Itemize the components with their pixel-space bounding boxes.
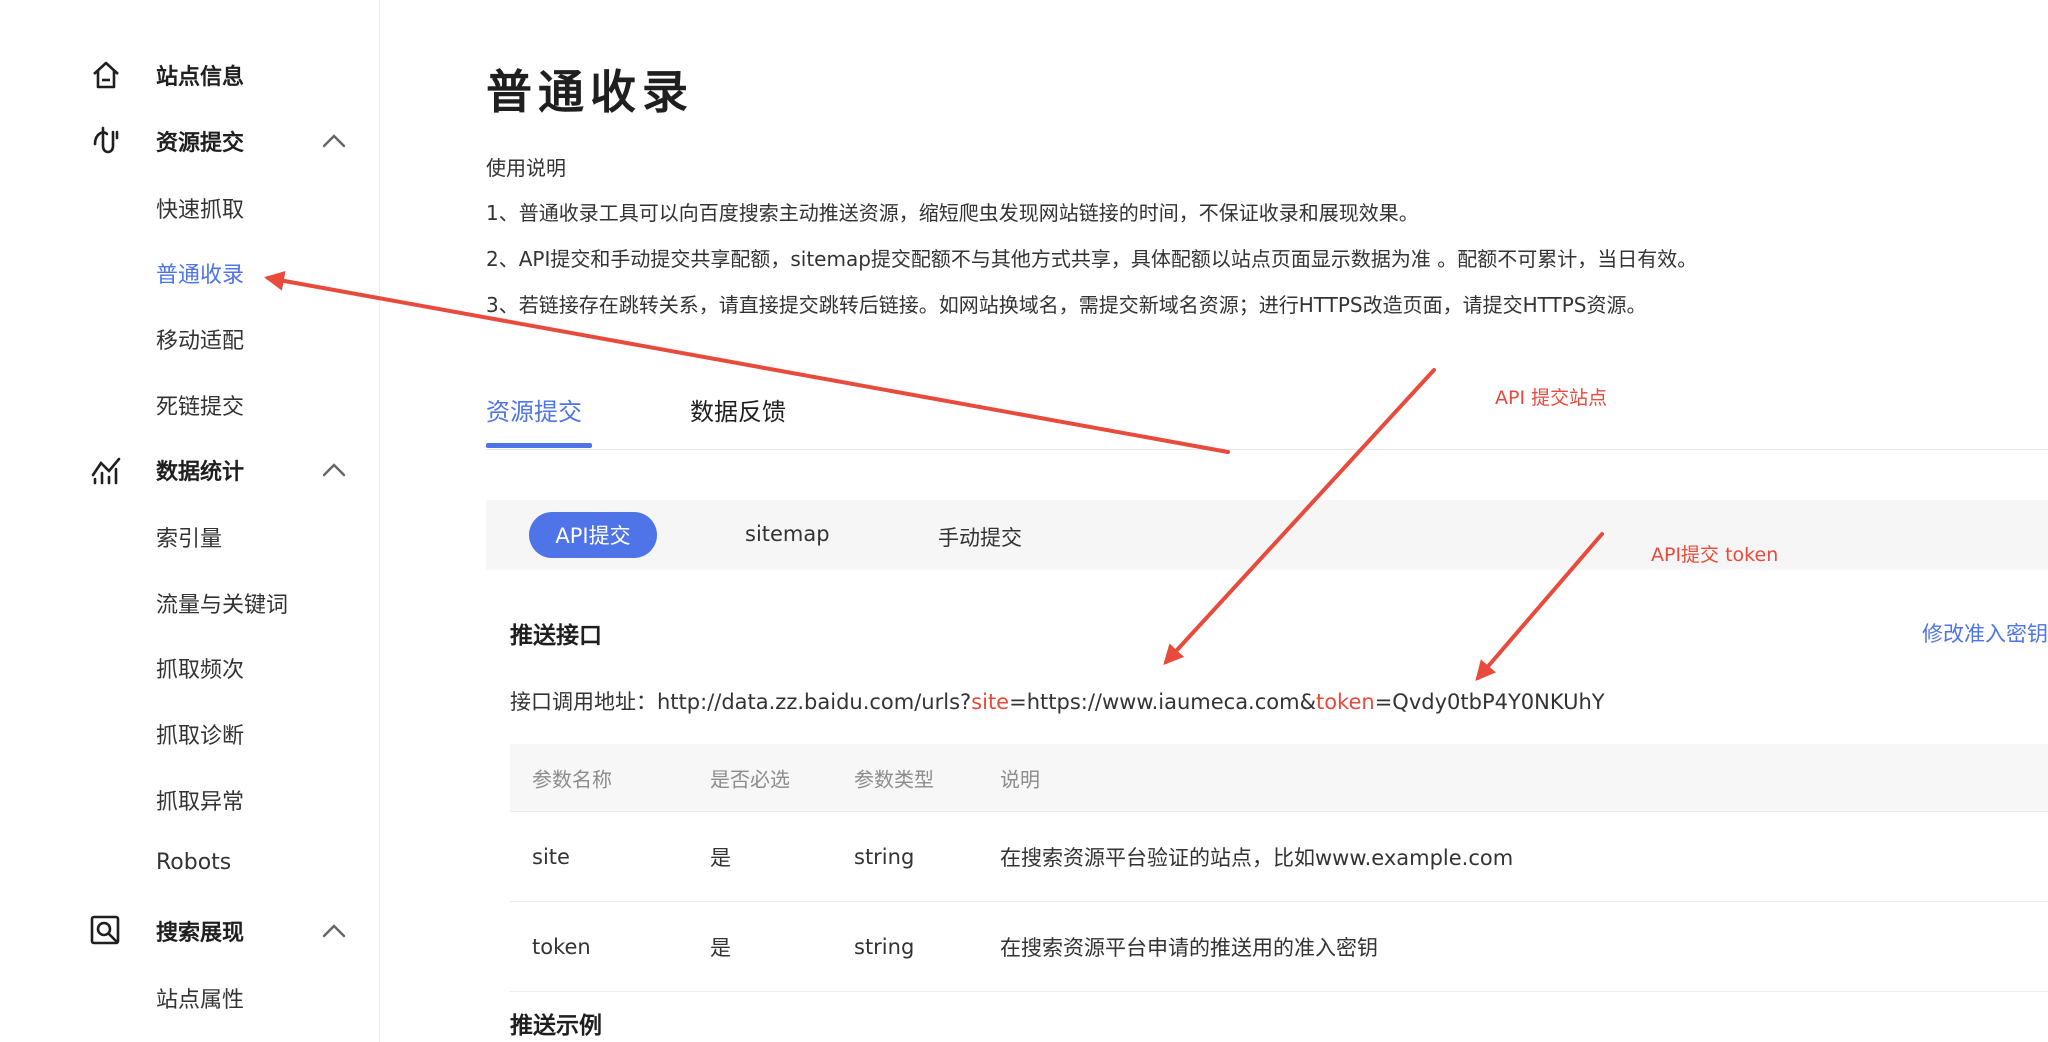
sidebar-item-index-volume[interactable]: 索引量 — [156, 521, 222, 553]
main-content: 普通收录 使用说明 1、普通收录工具可以向百度搜索主动推送资源，缩短爬虫发现网站… — [486, 0, 2048, 1042]
subtab-manual-submit[interactable]: 手动提交 — [938, 522, 1022, 552]
instruction-line: 3、若链接存在跳转关系，请直接提交跳转后链接。如网站换域名，需提交新域名资源；进… — [486, 293, 1647, 317]
sidebar-item-dead-link[interactable]: 死链提交 — [156, 389, 244, 421]
sidebar-item-site-properties[interactable]: 站点属性 — [156, 982, 244, 1014]
endpoint-prefix: 接口调用地址： — [510, 690, 657, 714]
submit-method-bar: API提交 sitemap 手动提交 — [486, 500, 2048, 570]
home-icon — [88, 57, 124, 93]
sidebar-item-crawl-diagnosis[interactable]: 抓取诊断 — [156, 718, 244, 750]
table-row: token 是 string 在搜索资源平台申请的推送用的准入密钥 — [510, 902, 2048, 992]
sidebar-item-quick-crawl[interactable]: 快速抓取 — [156, 192, 244, 224]
sidebar-group-label: 资源提交 — [156, 131, 245, 156]
sidebar-group-site-info[interactable]: 站点信息 — [88, 50, 349, 100]
endpoint-site-key: site — [971, 690, 1010, 714]
push-interface-title: 推送接口 — [510, 623, 602, 649]
tab-data-feedback[interactable]: 数据反馈 — [690, 392, 786, 427]
instruction-line: 2、API提交和手动提交共享配额，sitemap提交配额不与其他方式共享，具体配… — [486, 247, 1698, 271]
sidebar-item-crawl-frequency[interactable]: 抓取频次 — [156, 652, 244, 684]
cell-param-type: string — [854, 934, 915, 959]
sidebar-item-crawl-errors[interactable]: 抓取异常 — [156, 784, 244, 816]
table-row: site 是 string 在搜索资源平台验证的站点，比如www.example… — [510, 812, 2048, 902]
table-header: 参数名称 是否必选 参数类型 说明 — [510, 744, 2048, 812]
push-example-title: 推送示例 — [510, 1013, 602, 1039]
search-display-icon — [88, 913, 124, 949]
tabs-divider — [486, 449, 2048, 450]
chevron-up-icon[interactable] — [319, 126, 349, 156]
sidebar-item-robots[interactable]: Robots — [156, 850, 231, 875]
endpoint-url: 接口调用地址：http://data.zz.baidu.com/urls?sit… — [510, 686, 1605, 716]
sidebar-group-resource-submit[interactable]: 资源提交 — [88, 116, 349, 166]
header-description: 说明 — [1000, 767, 1040, 791]
tab-resource-submit[interactable]: 资源提交 — [486, 392, 582, 427]
sidebar: 站点信息 资源提交 快速抓取 普通收录 移动适配 死链提交 数据统计 索引量 流… — [0, 0, 380, 1042]
sidebar-item-normal-index[interactable]: 普通收录 — [156, 257, 244, 289]
cell-param-name: token — [532, 934, 591, 959]
stats-icon — [88, 452, 124, 488]
header-required: 是否必选 — [710, 767, 790, 791]
sidebar-group-data-stats[interactable]: 数据统计 — [88, 445, 349, 495]
page-title: 普通收录 — [486, 65, 694, 119]
sidebar-item-mobile-adapt[interactable]: 移动适配 — [156, 323, 244, 355]
cell-description: 在搜索资源平台验证的站点，比如www.example.com — [1000, 845, 1514, 870]
tab-active-indicator — [486, 443, 592, 448]
instructions-heading: 使用说明 — [486, 156, 566, 180]
header-param-type: 参数类型 — [854, 767, 934, 791]
cell-param-name: site — [532, 844, 570, 869]
endpoint-url-base: http://data.zz.baidu.com/urls? — [657, 690, 972, 714]
header-param-name: 参数名称 — [532, 767, 612, 791]
params-table: 参数名称 是否必选 参数类型 说明 site 是 string 在搜索资源平台验… — [510, 744, 2048, 992]
endpoint-site-value: =https://www.iaumeca.com& — [1009, 690, 1316, 714]
edit-access-key-link[interactable]: 修改准入密钥 — [1922, 618, 2048, 648]
chevron-up-icon[interactable] — [319, 455, 349, 485]
instruction-line: 1、普通收录工具可以向百度搜索主动推送资源，缩短爬虫发现网站链接的时间，不保证收… — [486, 201, 1419, 225]
sidebar-group-label: 搜索展现 — [156, 921, 245, 946]
chevron-up-icon[interactable] — [319, 916, 349, 946]
cell-required: 是 — [710, 845, 731, 870]
submit-icon — [88, 123, 124, 159]
endpoint-token-value: =Qvdy0tbP4Y0NKUhY — [1374, 690, 1605, 714]
sidebar-item-traffic-keywords[interactable]: 流量与关键词 — [156, 587, 288, 619]
sidebar-group-label: 站点信息 — [156, 65, 245, 90]
subtab-api-submit[interactable]: API提交 — [529, 512, 657, 558]
cell-description: 在搜索资源平台申请的推送用的准入密钥 — [1000, 935, 1378, 960]
subtab-sitemap[interactable]: sitemap — [745, 522, 830, 546]
cell-required: 是 — [710, 935, 731, 960]
annotation-token-label: API提交 token — [1651, 544, 1779, 566]
sidebar-group-search-display[interactable]: 搜索展现 — [88, 906, 349, 956]
endpoint-token-key: token — [1315, 690, 1375, 714]
cell-param-type: string — [854, 844, 915, 869]
sidebar-group-label: 数据统计 — [156, 460, 245, 485]
annotation-site-label: API 提交站点 — [1495, 387, 1608, 409]
